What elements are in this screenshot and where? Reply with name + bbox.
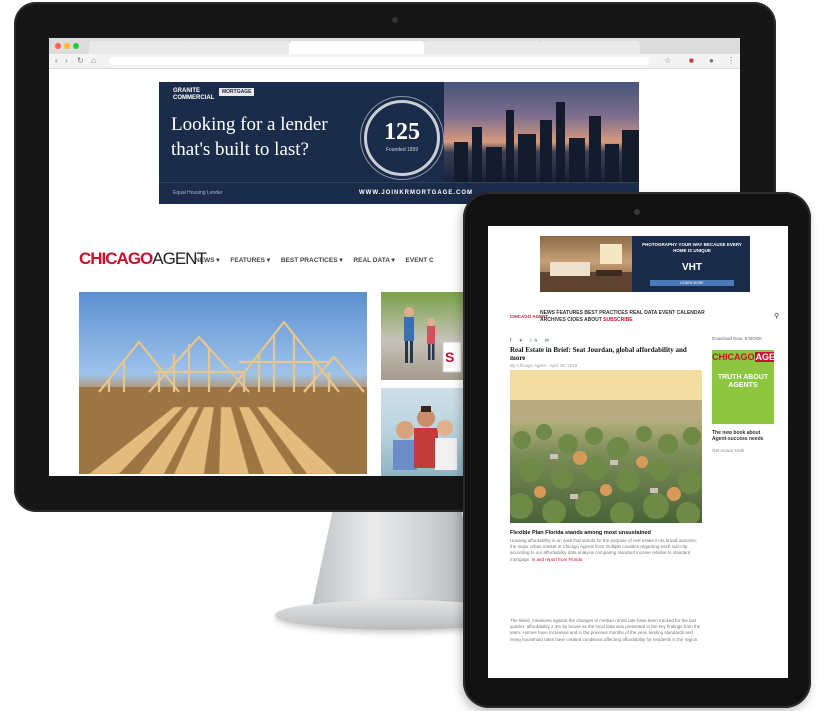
- monitor-camera: [392, 17, 398, 23]
- extension-icon[interactable]: ■: [689, 56, 694, 66]
- ad-brand-tag: MORTGAGE: [219, 88, 255, 96]
- family-walking-photo[interactable]: S: [381, 292, 463, 380]
- nav-features[interactable]: FEATURES ▾: [230, 257, 270, 264]
- monitor-stand-neck: [312, 512, 482, 607]
- browser-tab-active[interactable]: [289, 41, 425, 54]
- site-nav: NEWS ▾ FEATURES ▾ BEST PRACTICES ▾ REAL …: [195, 256, 443, 264]
- back-icon[interactable]: ‹: [55, 56, 58, 66]
- seal-number: 125: [384, 119, 420, 145]
- tablet-site-nav: NEWS FEATURES BEST PRACTICES REAL DATA E…: [540, 310, 780, 324]
- article-byline: By Chicago Agent · April 18, 2019: [510, 363, 578, 368]
- tablet-nav-line1[interactable]: NEWS FEATURES BEST PRACTICES REAL DATA E…: [540, 310, 780, 317]
- room-illustration: [540, 244, 632, 292]
- site-logo-red: CHICAGO: [79, 249, 153, 268]
- maximize-window-icon[interactable]: [73, 43, 79, 49]
- article-paragraph-1: Housing affordability in an area that st…: [510, 538, 702, 563]
- paragraph-1-link[interactable]: In and report from Florida: [532, 557, 583, 562]
- tablet-screen: PHOTOGRAPHY YOUR WAY BECAUSE EVERY HOME …: [488, 226, 788, 678]
- tablet-nav-subscribe[interactable]: SUBSCRIBE: [603, 317, 632, 323]
- ebook-cover[interactable]: CHICAGOAGENT TRUTH ABOUT AGENTS: [712, 350, 774, 424]
- social-share-icons[interactable]: f ✦ in ✉: [510, 338, 552, 344]
- ad-city-skyline-image: [444, 82, 639, 182]
- minimize-window-icon[interactable]: [64, 43, 70, 49]
- menu-icon[interactable]: ⋮: [727, 56, 735, 66]
- forward-icon[interactable]: ›: [65, 56, 68, 66]
- profile-icon[interactable]: ●: [709, 56, 714, 66]
- tablet-ad-button[interactable]: LEARN MORE: [650, 280, 734, 286]
- anniversary-seal: 125 Founded 1899: [364, 100, 440, 176]
- site-logo[interactable]: CHICAGOAGENT: [79, 249, 207, 268]
- browser-tab[interactable]: [189, 41, 290, 54]
- tablet-nav-line2: ARCHIVES CIOES ABOUT SUBSCRIBE: [540, 317, 780, 324]
- nav-events[interactable]: EVENT C: [406, 257, 434, 264]
- reload-icon[interactable]: ↻: [77, 56, 84, 66]
- search-icon[interactable]: ⚲: [774, 312, 779, 320]
- ad-brand-logo: GRANITE COMMERCIAL: [173, 88, 215, 101]
- address-bar[interactable]: [109, 57, 649, 65]
- tablet-ad-text: PHOTOGRAPHY YOUR WAY BECAUSE EVERY HOME …: [642, 242, 742, 253]
- family-illustration: S: [404, 307, 462, 373]
- seal-caption: Founded 1899: [385, 147, 419, 153]
- selfie-illustration: [393, 406, 457, 470]
- article-title: Real Estate in Brief: Seat Jourdan, glob…: [510, 346, 687, 362]
- nav-news[interactable]: NEWS ▾: [195, 257, 220, 264]
- banner-ad[interactable]: GRANITE COMMERCIAL MORTGAGE Looking for …: [159, 82, 639, 204]
- browser-tab[interactable]: [424, 41, 540, 54]
- article-subhead: Flexible Plan Florida stands among most …: [510, 530, 651, 536]
- close-window-icon[interactable]: [55, 43, 61, 49]
- ad-url[interactable]: WWW.JOINKRMORTGAGE.COM: [359, 190, 473, 196]
- ad-headline: Looking for a lender that's built to las…: [171, 114, 328, 160]
- browser-tab[interactable]: [539, 41, 640, 54]
- aerial-neighborhood-photo: [510, 370, 702, 523]
- home-icon[interactable]: ⌂: [91, 56, 96, 66]
- browser-toolbar: ‹ › ↻ ⌂ ☆ ■ ● ⋮: [49, 54, 740, 69]
- ebook-logo: CHICAGOAGENT: [712, 350, 774, 364]
- house-frame-illustration: [79, 320, 367, 474]
- nav-best-practices[interactable]: BEST PRACTICES ▾: [281, 257, 343, 264]
- sidebar-label: Download Now: E-BOOK: [712, 336, 763, 341]
- bookmark-icon[interactable]: ☆: [664, 56, 671, 66]
- browser-tab-bar: [49, 38, 740, 54]
- svg-text:S: S: [445, 349, 454, 365]
- ebook-title-art: TRUTH ABOUT AGENTS: [717, 374, 769, 389]
- family-selfie-photo[interactable]: [381, 388, 463, 476]
- ebook-subtitle: Get Actual Truth: [712, 448, 745, 453]
- tablet-banner-ad[interactable]: PHOTOGRAPHY YOUR WAY BECAUSE EVERY HOME …: [540, 236, 750, 292]
- ebook-title[interactable]: The new book about Agent-success needs: [712, 430, 774, 442]
- ebook-logo-box: AGENT: [754, 352, 774, 362]
- tablet-camera: [634, 209, 640, 215]
- ad-interior-photo: [540, 236, 632, 292]
- house-construction-photo[interactable]: [79, 292, 367, 474]
- tablet-ad-brand: VHT: [682, 262, 702, 273]
- tablet-nav-links[interactable]: ARCHIVES CIOES ABOUT: [540, 317, 602, 323]
- browser-tab[interactable]: [89, 41, 190, 54]
- aerial-illustration: [510, 370, 702, 523]
- article-paragraph-2: The listed, measures against the changes…: [510, 618, 701, 642]
- nav-real-data[interactable]: REAL DATA ▾: [353, 257, 394, 264]
- ebook-logo-text: CHICAGO: [712, 352, 755, 362]
- equal-housing-logo: Equal Housing Lender: [173, 190, 223, 196]
